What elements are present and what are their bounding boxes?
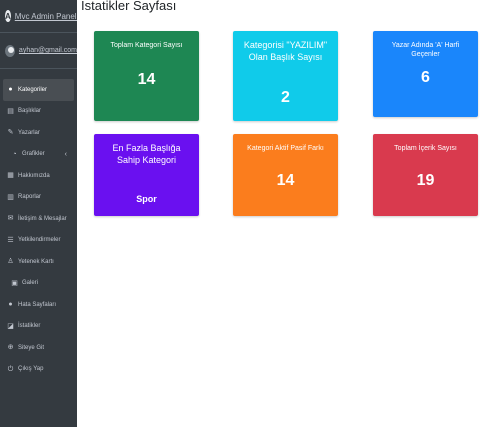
stat-card-label: Toplam İçerik Sayısı (394, 145, 457, 152)
sidebar-item-label: Raporlar (18, 194, 42, 201)
stat-card-total-categories: Toplam Kategori Sayısı 14 (94, 31, 199, 121)
sidebar-item-cikis-yap[interactable]: ⏻ Çıkış Yap (3, 359, 74, 381)
sidebar-item-raporlar[interactable]: ▥ Raporlar (3, 187, 74, 209)
pen-icon: ✎ (7, 129, 14, 137)
stats-icon: ◪ (7, 322, 14, 330)
stat-card-top-category: En Fazla Başlığa Sahip Kategori Spor (94, 134, 199, 216)
brand-title[interactable]: Mvc Admin Paneli (15, 12, 79, 21)
stat-card-label: Kategorisi "YAZILIM" Olan Başlık Sayısı (243, 40, 328, 63)
sidebar-item-yetenek-karti[interactable]: ♙ Yetenek Kartı (3, 251, 74, 273)
stat-card-writers-with-a: Yazar Adında 'A' Harfi Geçenler 6 (373, 31, 478, 117)
stat-card-value: 2 (281, 89, 290, 106)
sidebar-item-label: İletişim & Mesajlar (18, 215, 67, 222)
sidebar-item-label: Yetkilendirmeler (18, 237, 61, 244)
user-email-link[interactable]: ayhan@gmail.com (19, 47, 77, 54)
sidebar-item-yazarlar[interactable]: ✎ Yazarlar (3, 122, 74, 144)
globe-icon: ⊕ (7, 344, 14, 352)
stat-card-value: 14 (276, 172, 295, 189)
power-icon: ⏻ (7, 365, 14, 373)
sidebar-item-hakkimizda[interactable]: ▦ Hakkımızda (3, 165, 74, 187)
image-icon: ▣ (11, 279, 18, 287)
sidebar-item-label: Yazarlar (18, 129, 40, 136)
sidebar-item-label: Hakkımızda (18, 172, 50, 179)
sidebar-item-label: İstatikler (18, 323, 41, 330)
chevron-left-icon[interactable]: ‹ (65, 151, 67, 158)
user-panel: ayhan@gmail.com (0, 33, 77, 69)
stat-card-value: 19 (416, 172, 435, 189)
stat-card-total-content: Toplam İçerik Sayısı 19 (373, 134, 478, 216)
chart-icon: ◔ (12, 150, 17, 158)
sidebar-item-label: Yetenek Kartı (18, 258, 54, 265)
stat-card-label: Yazar Adında 'A' Harfi Geçenler (391, 42, 460, 59)
address-card-icon: ▦ (7, 172, 14, 180)
stat-card-label: En Fazla Başlığa Sahip Kategori (112, 143, 181, 166)
avatar[interactable] (5, 44, 15, 57)
main-content: İstatikler Sayfası Toplam Kategori Sayıs… (77, 0, 492, 427)
page-title: İstatikler Sayfası (81, 0, 177, 13)
brand-link[interactable]: A Mvc Admin Paneli (0, 0, 79, 33)
sidebar-item-hata-sayfalari[interactable]: ● Hata Sayfaları (3, 294, 74, 316)
sidebar-item-label: Kategoriler (18, 86, 48, 93)
sidebar-item-label: Başlıklar (18, 108, 42, 115)
warning-icon: ● (8, 301, 13, 309)
stat-card-software-headings: Kategorisi "YAZILIM" Olan Başlık Sayısı … (233, 31, 338, 121)
sidebar-item-label: Çıkış Yap (18, 366, 44, 373)
sidebar-item-label: Siteye Git (18, 344, 45, 351)
users-icon: ☰ (7, 236, 14, 244)
sidebar-item-label: Hata Sayfaları (18, 301, 57, 308)
sidebar-item-kategoriler[interactable]: ● Kategoriler (3, 79, 74, 101)
sidebar-item-iletisim[interactable]: ✉ İletişim & Mesajlar (3, 208, 74, 230)
stat-card-value: 14 (137, 71, 156, 88)
sidebar-item-istatikler[interactable]: ◪ İstatikler (3, 316, 74, 338)
sidebar-item-grafikler[interactable]: ◔ Grafikler ‹ (3, 144, 74, 166)
sidebar-nav: ● Kategoriler ▤ Başlıklar ✎ Yazarlar ◔ G… (0, 79, 77, 380)
stat-card-label: Toplam Kategori Sayısı (110, 42, 183, 49)
sidebar-item-siteye-git[interactable]: ⊕ Siteye Git (3, 337, 74, 359)
tag-icon: ● (8, 86, 13, 94)
user-icon: ♙ (7, 258, 14, 266)
sidebar-item-galeri[interactable]: ▣ Galeri (3, 273, 74, 295)
file-icon: ▥ (7, 193, 14, 201)
brand-logo-icon: A (5, 10, 11, 22)
sidebar-item-label: Galeri (22, 280, 39, 287)
sidebar-item-label: Grafikler (22, 151, 45, 158)
stat-card-label: Kategori Aktif Pasif Farkı (247, 145, 324, 152)
sidebar-item-basliklar[interactable]: ▤ Başlıklar (3, 101, 74, 123)
sidebar-item-yetkilendirmeler[interactable]: ☰ Yetkilendirmeler (3, 230, 74, 252)
stat-card-value: 6 (421, 69, 430, 86)
stat-card-value: Spor (136, 194, 157, 204)
stat-card-active-passive-diff: Kategori Aktif Pasif Farkı 14 (233, 134, 338, 216)
envelope-icon: ✉ (7, 215, 14, 223)
sidebar: A Mvc Admin Paneli ayhan@gmail.com ● Kat… (0, 0, 79, 427)
book-icon: ▤ (7, 107, 14, 115)
